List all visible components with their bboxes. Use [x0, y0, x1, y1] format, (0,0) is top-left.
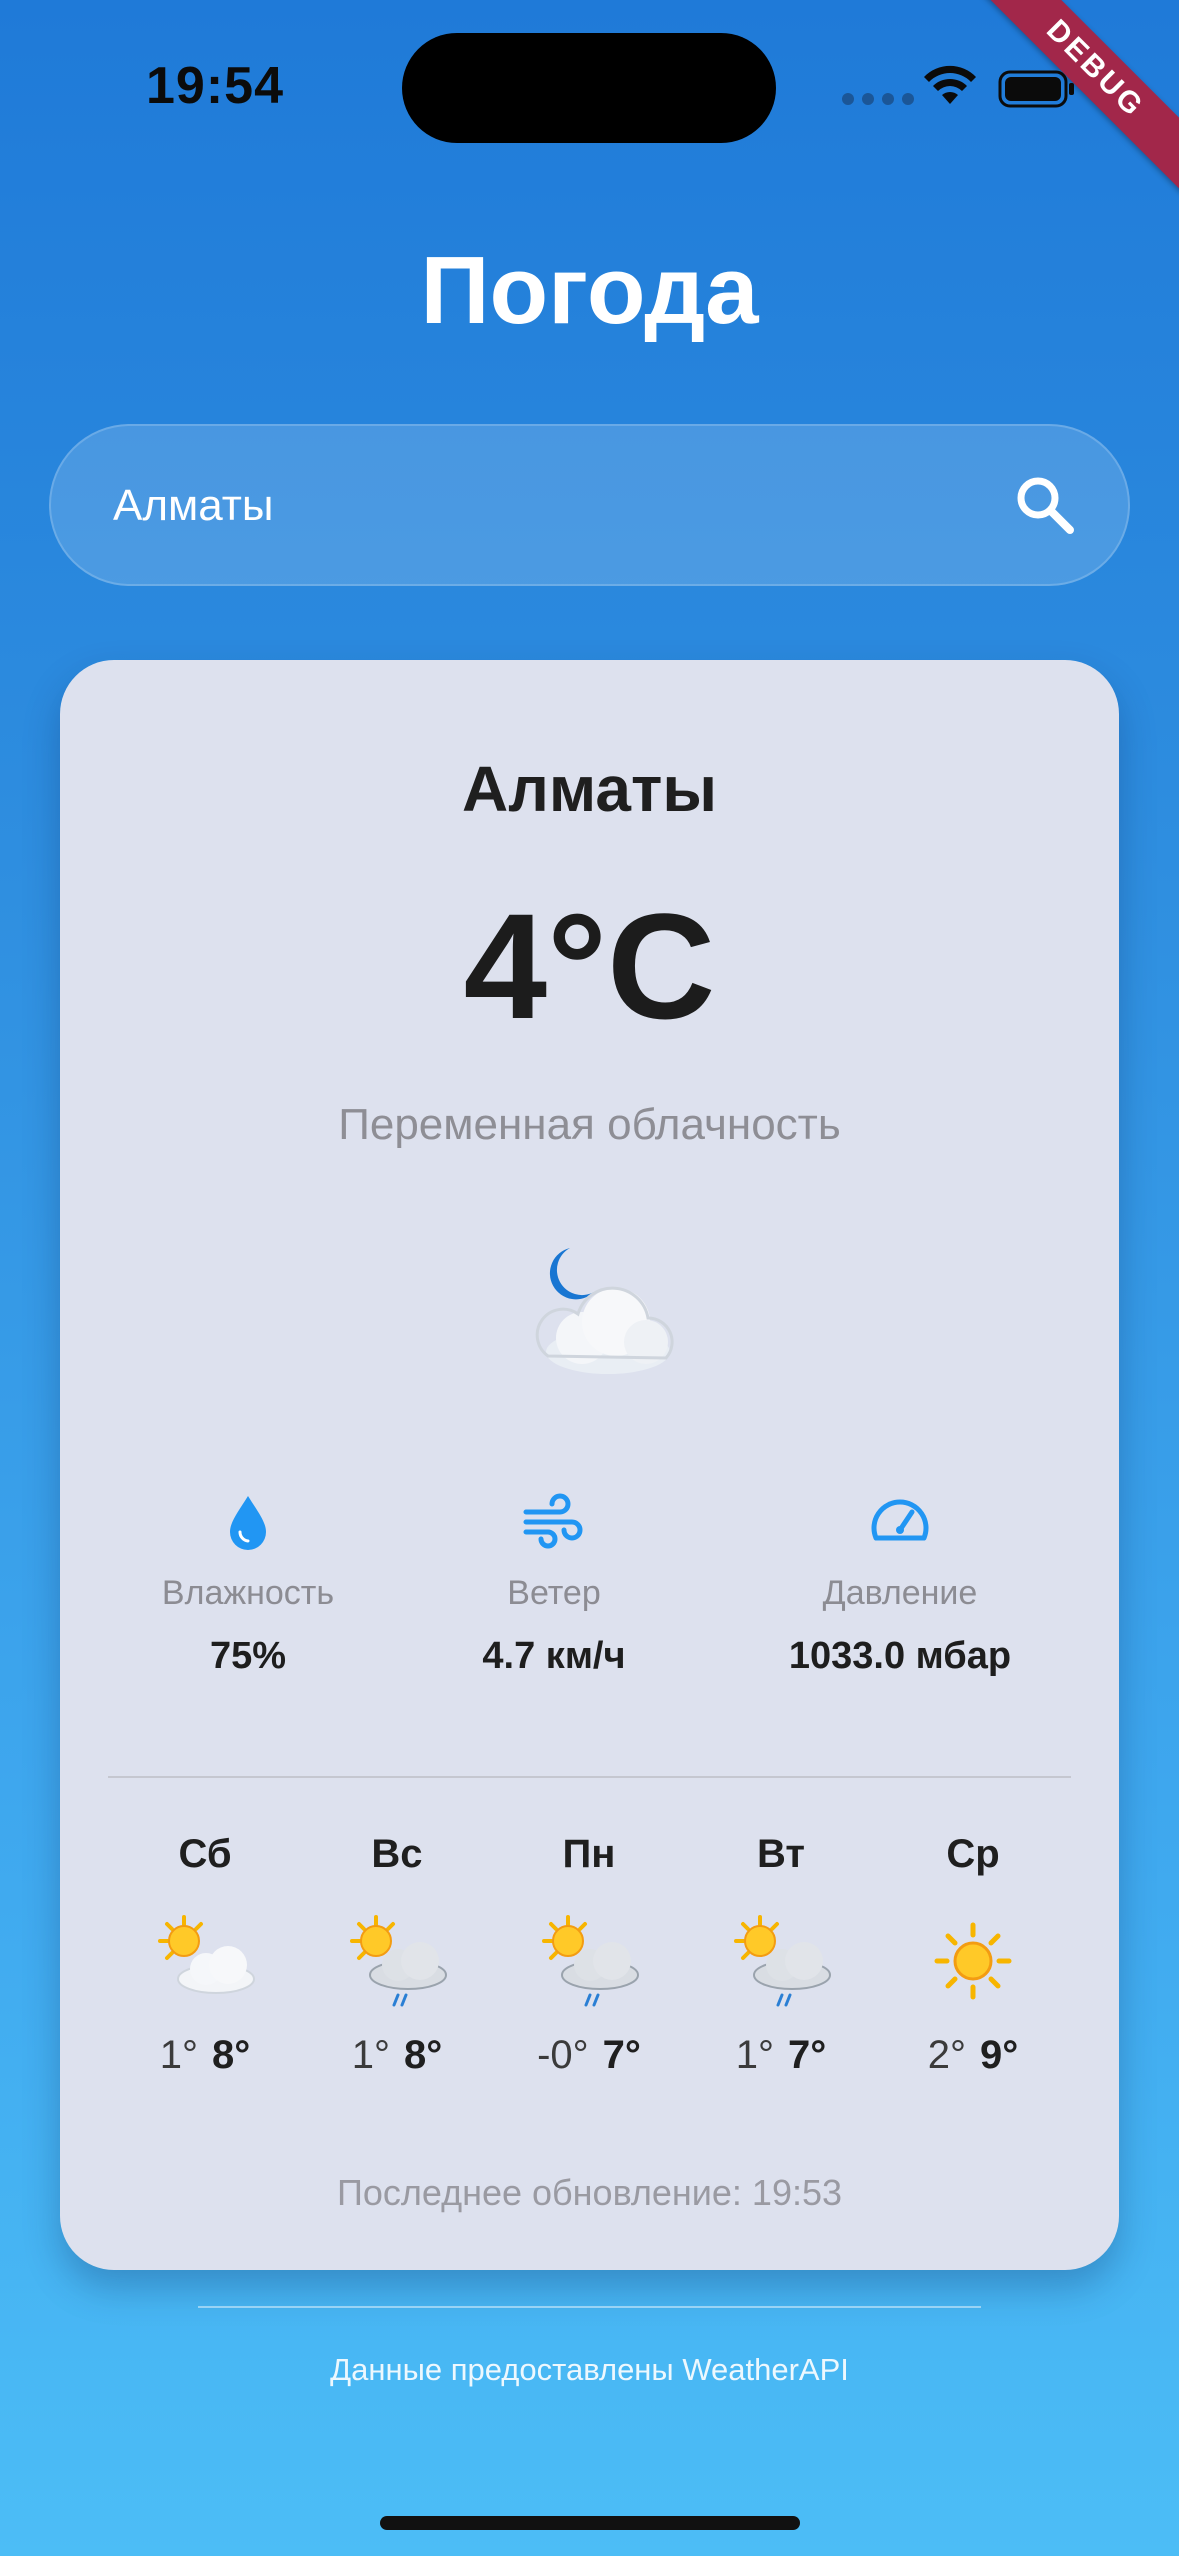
forecast-max-temp: 7° — [788, 2033, 827, 2077]
forecast-day-name: Пн — [562, 1832, 616, 1876]
dynamic-island — [402, 33, 776, 143]
forecast-min-temp: 2° — [927, 2033, 966, 2077]
sun-cloud-rain-icon — [734, 1915, 831, 2007]
pressure-stat: Давление 1033.0 мбар — [750, 1490, 1050, 1678]
forecast-min-temp: -0° — [537, 2033, 589, 2077]
sun-icon — [934, 1922, 1012, 2000]
pressure-value: 1033.0 мбар — [788, 1635, 1012, 1677]
current-temperature: 4°C — [463, 882, 716, 1050]
search-icon[interactable] — [1012, 472, 1078, 538]
humidity-stat: Влажность 75% — [130, 1490, 366, 1678]
status-time: 19:54 — [146, 57, 284, 115]
pressure-label: Давление — [822, 1574, 978, 1612]
humidity-label: Влажность — [161, 1574, 335, 1612]
forecast-day: Сб 1° 8° — [120, 1832, 290, 2078]
sun-cloud-icon — [158, 1915, 255, 1994]
last-update-text: Последнее обновление: 19:53 — [336, 2172, 843, 2213]
forecast-day: Вс 1° 8° — [312, 1832, 482, 2078]
footer-divider — [198, 2306, 981, 2308]
forecast-max-temp: 8° — [212, 2033, 251, 2077]
home-indicator[interactable] — [380, 2516, 800, 2530]
wind-value: 4.7 км/ч — [482, 1635, 626, 1677]
wifi-icon — [924, 65, 976, 104]
weather-condition: Переменная облачность — [338, 1100, 841, 1149]
gauge-icon — [871, 1499, 929, 1541]
forecast-min-temp: 1° — [159, 2033, 198, 2077]
forecast-max-temp: 9° — [980, 2033, 1019, 2077]
droplet-icon — [230, 1496, 266, 1550]
forecast-min-temp: 1° — [735, 2033, 774, 2077]
forecast-min-temp: 1° — [351, 2033, 390, 2077]
moon-cloud-icon — [535, 1248, 674, 1374]
city-search-input[interactable] — [111, 426, 975, 586]
weather-app-screen: 19:54 DEBUG Погода Алматы 4°C Переменная… — [0, 0, 1179, 2556]
forecast-day: Ср 2° 9° — [888, 1832, 1058, 2078]
weather-card: Алматы 4°C Переменная облачность Влажнос… — [60, 660, 1119, 2270]
forecast-day-name: Сб — [178, 1832, 232, 1876]
wind-stat: Ветер 4.7 км/ч — [436, 1490, 672, 1678]
forecast-day-name: Вс — [371, 1832, 423, 1876]
page-title: Погода — [420, 237, 759, 344]
divider — [108, 1776, 1071, 1778]
cellular-signal-icon — [842, 93, 914, 105]
search-bar — [49, 424, 1130, 586]
humidity-value: 75% — [209, 1635, 287, 1677]
sun-cloud-rain-icon — [542, 1915, 639, 2007]
wind-label: Ветер — [507, 1574, 601, 1612]
forecast-max-temp: 7° — [602, 2033, 641, 2077]
sun-cloud-rain-icon — [350, 1915, 447, 2007]
forecast-max-temp: 8° — [404, 2033, 443, 2077]
forecast-day-name: Вт — [757, 1832, 805, 1876]
forecast-day: Вт 1° 7° — [696, 1832, 866, 2078]
forecast-day-name: Ср — [946, 1832, 1000, 1876]
city-name: Алматы — [462, 753, 717, 825]
wind-icon — [523, 1493, 583, 1549]
forecast-day: Пн -0° 7° — [504, 1832, 674, 2078]
attribution-text: Данные предоставлены WeatherAPI — [330, 2352, 849, 2387]
